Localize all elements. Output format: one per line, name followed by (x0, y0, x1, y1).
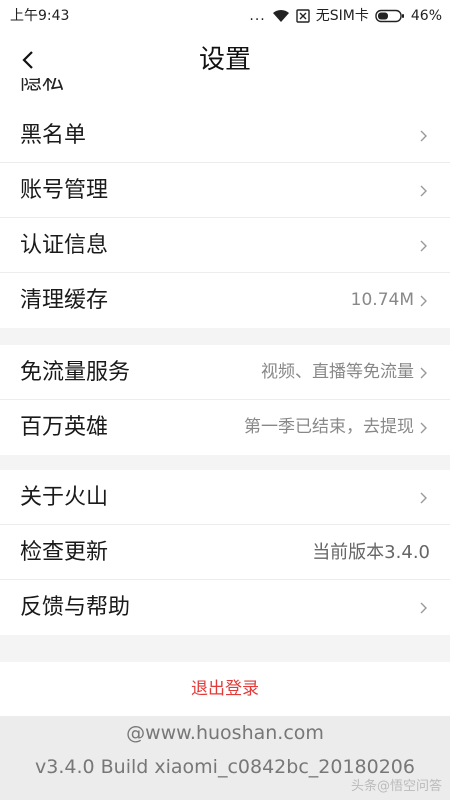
list-item-blacklist[interactable]: 黑名单 (0, 108, 450, 163)
list-item-label: 关于火山 (20, 485, 109, 510)
website-text: @www.huoshan.com (126, 722, 324, 744)
chevron-right-icon (420, 273, 430, 328)
list-item-free-data-service[interactable]: 免流量服务 视频、直播等免流量 (0, 345, 450, 400)
list-item-clear-cache[interactable]: 清理缓存 10.74M (0, 273, 450, 328)
list-item-label: 黑名单 (20, 123, 87, 148)
status-bar: 上午9:43 ... 无SIM卡 46% (0, 0, 450, 32)
chevron-right-icon (420, 400, 430, 455)
wifi-icon (272, 9, 290, 23)
settings-group-services: 免流量服务 视频、直播等免流量 百万英雄 第一季已结束，去提现 (0, 345, 450, 455)
settings-screen: 上午9:43 ... 无SIM卡 46% 设置 隐私 黑名单 账号管理 认证信息… (0, 0, 450, 800)
no-sim-icon (296, 9, 310, 23)
logout-button[interactable]: 退出登录 (0, 662, 450, 716)
watermark-text: 头条@悟空问答 (350, 779, 442, 794)
battery-icon (375, 9, 405, 23)
list-item-label: 认证信息 (20, 233, 109, 258)
list-item-label: 清理缓存 (20, 288, 109, 313)
status-indicators: ... 无SIM卡 46% (249, 0, 442, 32)
settings-group-about: 关于火山 检查更新 当前版本3.4.0 反馈与帮助 (0, 470, 450, 635)
list-item-label: 免流量服务 (20, 360, 131, 385)
list-item-check-update[interactable]: 检查更新 当前版本3.4.0 (0, 525, 450, 580)
chevron-right-icon (420, 163, 430, 218)
chevron-right-icon (420, 580, 430, 635)
list-item-label: 隐私 (20, 78, 65, 95)
chevron-right-icon (420, 218, 430, 273)
sim-status-text: 无SIM卡 (315, 8, 369, 24)
free-data-description: 视频、直播等免流量 (261, 362, 414, 382)
million-heroes-status: 第一季已结束，去提现 (244, 417, 414, 437)
settings-group-account: 黑名单 账号管理 认证信息 清理缓存 10.74M (0, 108, 450, 328)
current-version-value: 当前版本3.4.0 (312, 542, 430, 563)
list-item-label: 反馈与帮助 (20, 595, 131, 620)
list-item-label: 账号管理 (20, 178, 109, 203)
more-dots-icon: ... (249, 8, 266, 24)
footer-info: @www.huoshan.com v3.4.0 Build xiaomi_c08… (0, 716, 450, 800)
list-item-verification[interactable]: 认证信息 (0, 218, 450, 273)
list-item-privacy[interactable]: 隐私 (0, 78, 450, 108)
status-time: 上午9:43 (10, 8, 70, 24)
chevron-right-icon (420, 470, 430, 525)
list-item-label: 检查更新 (20, 540, 109, 565)
list-item-about[interactable]: 关于火山 (0, 470, 450, 525)
list-item-account-management[interactable]: 账号管理 (0, 163, 450, 218)
list-item-feedback-help[interactable]: 反馈与帮助 (0, 580, 450, 635)
chevron-right-icon (420, 108, 430, 163)
cache-size-value: 10.74M (350, 290, 414, 310)
chevron-right-icon (420, 345, 430, 400)
list-item-label: 百万英雄 (20, 415, 109, 440)
list-item-million-heroes[interactable]: 百万英雄 第一季已结束，去提现 (0, 400, 450, 455)
battery-percent: 46% (410, 8, 442, 24)
